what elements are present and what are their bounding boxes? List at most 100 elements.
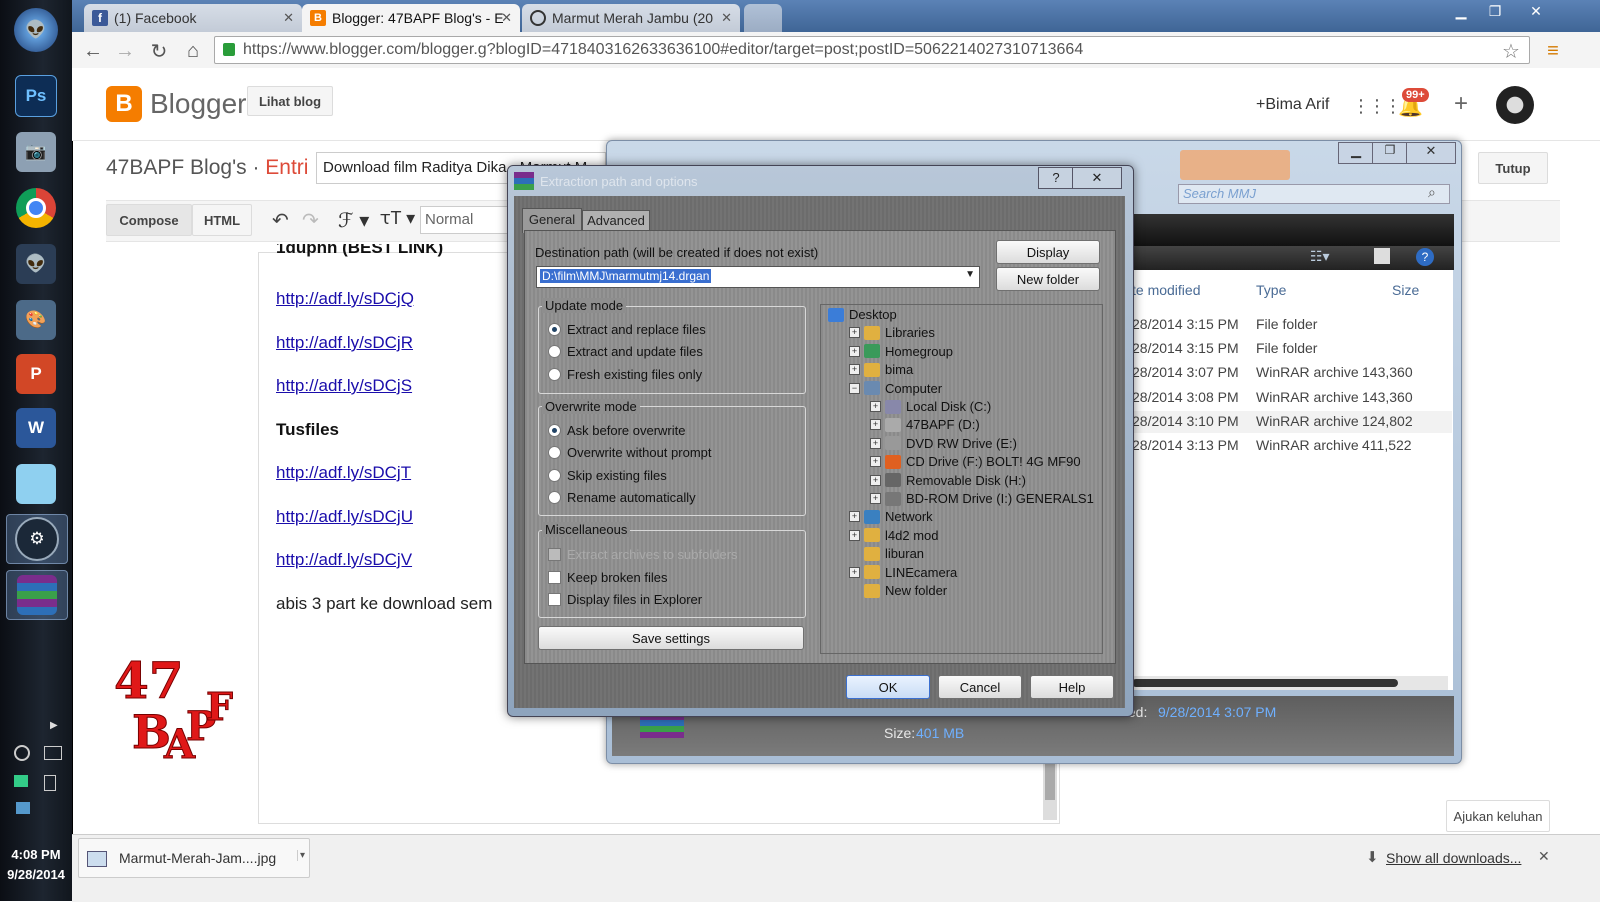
download-link[interactable]: http://adf.ly/sDCjQ — [276, 289, 414, 309]
redo-icon[interactable]: ↷ — [302, 208, 319, 233]
forward-icon[interactable]: → — [112, 38, 138, 64]
radio-overwrite-noprompt[interactable]: Overwrite without prompt — [548, 445, 712, 460]
expand-icon[interactable]: + — [870, 474, 881, 486]
expand-icon[interactable]: + — [849, 327, 860, 339]
tray-expand-icon[interactable]: ▶ — [50, 720, 58, 731]
tray-flag-icon[interactable] — [14, 775, 28, 787]
table-row[interactable]: 28/2014 3:13 PM WinRAR archive 411,522 — [1132, 435, 1452, 457]
chevron-down-icon[interactable]: ▼ — [965, 269, 975, 280]
horizontal-scrollbar[interactable] — [1128, 676, 1448, 690]
tree-node[interactable]: + Libraries — [849, 325, 935, 340]
tree-node[interactable]: + LINEcamera — [849, 565, 957, 580]
download-link[interactable]: http://adf.ly/sDCjS — [276, 376, 412, 396]
taskbar-powerpoint[interactable]: P — [6, 350, 66, 398]
expand-icon[interactable]: + — [849, 566, 860, 578]
undo-icon[interactable]: ↶ — [272, 208, 289, 233]
tray-battery-icon[interactable] — [44, 775, 56, 791]
table-row[interactable]: 28/2014 3:15 PM File folder — [1132, 314, 1452, 336]
radio-ask-overwrite[interactable]: Ask before overwrite — [548, 423, 686, 438]
expand-icon[interactable]: + — [870, 419, 881, 431]
maximize-icon[interactable]: ❐ — [1372, 142, 1408, 164]
preview-pane-icon[interactable] — [1374, 248, 1390, 264]
taskbar-photoshop[interactable]: Ps — [6, 72, 66, 120]
table-row[interactable]: 28/2014 3:10 PM WinRAR archive 124,802 — [1132, 410, 1452, 433]
help-icon[interactable]: ? — [1416, 248, 1434, 266]
chrome-menu-icon[interactable]: ≡ — [1540, 38, 1566, 64]
cancel-button[interactable]: Cancel — [938, 675, 1022, 699]
show-all-downloads-link[interactable]: Show all downloads... — [1386, 850, 1521, 866]
expand-icon[interactable]: + — [849, 345, 860, 357]
col-date-header[interactable]: te modified — [1132, 282, 1200, 298]
tree-node[interactable]: + bima — [849, 362, 913, 377]
avatar[interactable] — [1496, 86, 1534, 124]
user-link[interactable]: +Bima Arif — [1256, 96, 1329, 114]
tab-facebook[interactable]: f (1) Facebook ✕ — [84, 4, 302, 32]
close-tab-icon[interactable]: ✕ — [721, 10, 732, 26]
tab-blogger[interactable]: B Blogger: 47BAPF Blog's - E ✕ — [302, 4, 520, 32]
save-settings-button[interactable]: Save settings — [538, 626, 804, 650]
tree-node[interactable]: + Removable Disk (H:) — [870, 473, 1026, 488]
apps-grid-icon[interactable]: ⋮⋮⋮ — [1352, 96, 1402, 117]
radio-extract-replace[interactable]: Extract and replace files — [548, 322, 706, 337]
tab-advanced[interactable]: Advanced — [582, 210, 650, 232]
taskbar-steam[interactable]: ⚙ — [6, 514, 68, 564]
taskbar-app2[interactable]: 📷 — [6, 128, 66, 176]
tree-node[interactable]: + l4d2 mod — [849, 528, 938, 543]
compose-tab[interactable]: Compose — [106, 204, 192, 236]
close-window-icon[interactable]: ✕ — [1512, 0, 1560, 22]
expand-icon[interactable]: + — [849, 364, 860, 376]
share-plus-icon[interactable]: + — [1454, 90, 1468, 118]
search-input[interactable]: Search MMJ — [1178, 184, 1450, 204]
close-editor-button[interactable]: Tutup — [1478, 152, 1548, 184]
start-button[interactable]: 👽 — [6, 6, 66, 54]
download-link[interactable]: http://adf.ly/sDCjV — [276, 550, 412, 570]
expand-icon[interactable]: + — [870, 401, 881, 412]
chevron-down-icon[interactable]: ▾ — [297, 850, 305, 861]
radio-fresh-existing[interactable]: Fresh existing files only — [548, 367, 702, 382]
taskbar-alienware[interactable]: 👽 — [6, 240, 66, 288]
table-row[interactable]: 28/2014 3:08 PM WinRAR archive 143,360 — [1132, 386, 1452, 409]
reload-icon[interactable]: ↻ — [146, 38, 172, 64]
taskbar-paint[interactable]: 🎨 — [6, 296, 66, 344]
taskbar-clock[interactable]: 4:08 PM 9/28/2014 — [0, 845, 72, 885]
font-size-icon[interactable]: ꚍT ▾ — [380, 208, 415, 229]
close-tab-icon[interactable]: ✕ — [283, 10, 294, 26]
table-row[interactable]: 28/2014 3:07 PM WinRAR archive 143,360 — [1132, 362, 1452, 385]
expand-icon[interactable]: + — [849, 511, 860, 523]
download-item[interactable]: Marmut-Merah-Jam....jpg ▾ — [78, 838, 310, 878]
taskbar-app8[interactable] — [6, 460, 66, 508]
collapse-icon[interactable]: − — [849, 382, 860, 394]
col-size-header[interactable]: Size — [1392, 282, 1419, 298]
address-bar[interactable]: https://www.blogger.com/blogger.g?blogID… — [214, 36, 1530, 64]
expand-icon[interactable]: + — [870, 493, 881, 504]
radio-skip-existing[interactable]: Skip existing files — [548, 468, 667, 483]
tree-node[interactable]: Desktop — [828, 307, 897, 322]
minimize-icon[interactable]: ▁ — [1338, 142, 1374, 164]
view-blog-button[interactable]: Lihat blog — [247, 86, 333, 116]
tree-node[interactable]: + CD Drive (F:) BOLT! 4G MF90 — [870, 454, 1081, 469]
tree-node[interactable]: +47BAPF (D:) — [870, 417, 980, 432]
taskbar-word[interactable]: W — [6, 404, 66, 452]
help-button[interactable]: Help — [1030, 675, 1114, 699]
help-icon[interactable]: ? — [1038, 167, 1074, 189]
minimize-icon[interactable]: ▁ — [1444, 0, 1478, 22]
tree-node[interactable]: liburan — [849, 546, 924, 561]
back-icon[interactable]: ← — [80, 38, 106, 64]
close-downloads-icon[interactable]: ✕ — [1538, 848, 1550, 865]
tray-network-icon[interactable] — [44, 746, 62, 760]
check-keep-broken[interactable]: Keep broken files — [548, 570, 667, 585]
download-link[interactable]: http://adf.ly/sDCjR — [276, 333, 413, 353]
tab-marmut[interactable]: Marmut Merah Jambu (20 ✕ — [522, 4, 740, 32]
format-select[interactable]: Normal — [420, 206, 510, 234]
tree-node[interactable]: + BD-ROM Drive (I:) GENERALS1 — [870, 491, 1094, 506]
close-tab-icon[interactable]: ✕ — [501, 10, 512, 26]
display-button[interactable]: Display — [996, 240, 1100, 264]
check-extract-subfolders[interactable]: Extract archives to subfolders — [548, 547, 738, 562]
maximize-icon[interactable]: ❐ — [1478, 0, 1512, 22]
taskbar-winrar[interactable] — [6, 570, 68, 620]
new-folder-button[interactable]: New folder — [996, 267, 1100, 291]
tray-app-icon[interactable] — [16, 802, 30, 814]
new-tab-button[interactable] — [744, 4, 782, 32]
download-link[interactable]: http://adf.ly/sDCjT — [276, 463, 411, 483]
tree-node[interactable]: + DVD RW Drive (E:) — [870, 436, 1017, 451]
